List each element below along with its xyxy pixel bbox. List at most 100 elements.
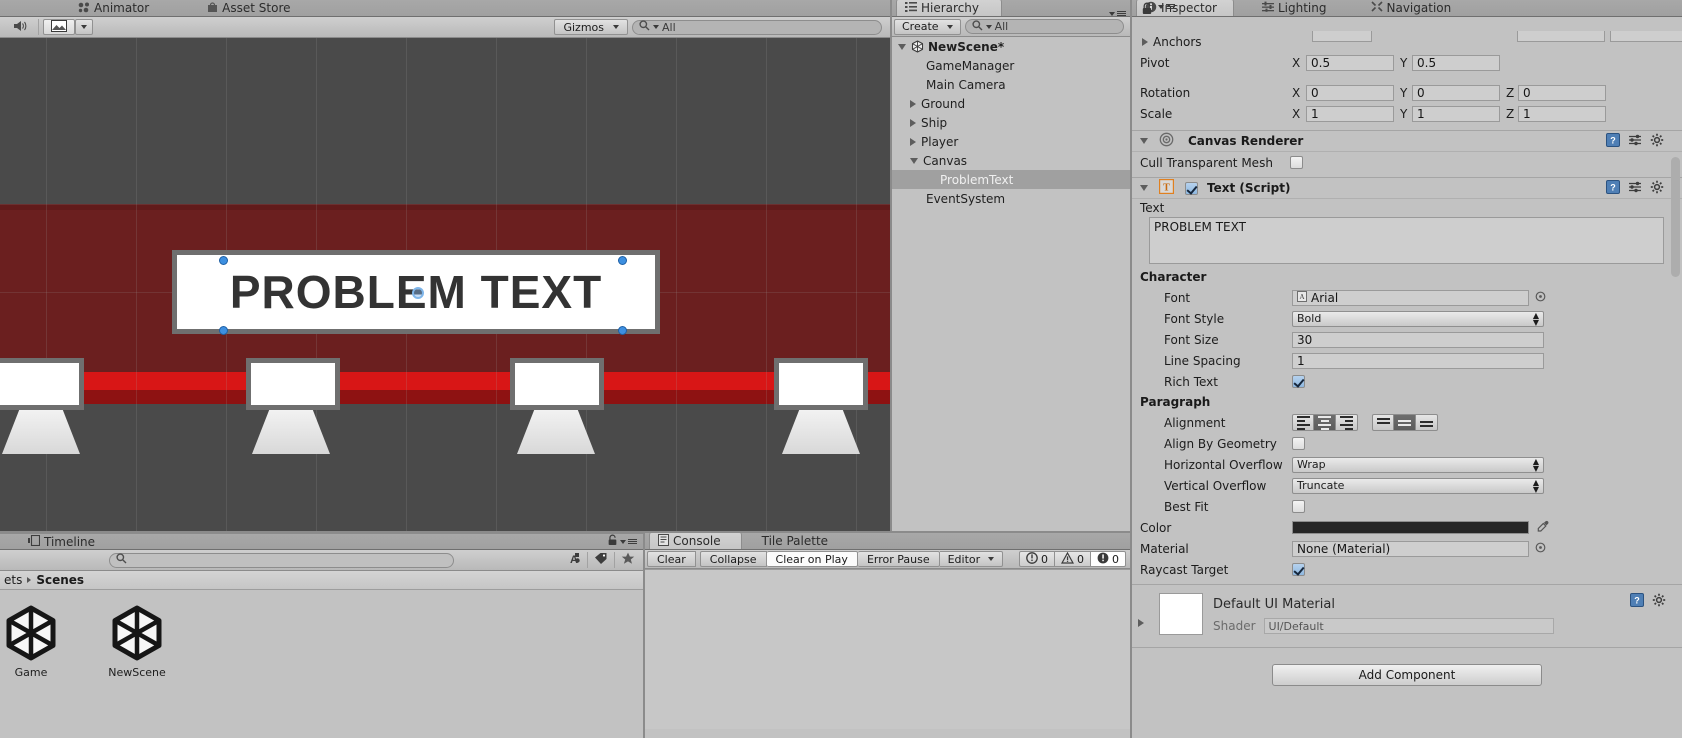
lock-icon[interactable] — [607, 534, 618, 549]
canvas-renderer-header[interactable]: Canvas Renderer ? — [1132, 130, 1682, 152]
help-icon[interactable]: ? — [1606, 132, 1620, 150]
chevron-right-icon[interactable] — [1142, 37, 1148, 46]
audio-toggle-button[interactable] — [6, 19, 34, 35]
hierarchy-item-eventsystem[interactable]: EventSystem — [892, 189, 1130, 208]
material-select-icon[interactable] — [1535, 542, 1546, 556]
tab-lighting[interactable]: Lighting — [1254, 0, 1337, 16]
console-log-area[interactable] — [645, 569, 1132, 729]
align-by-geometry-checkbox[interactable] — [1292, 437, 1305, 450]
pivot-handle[interactable] — [412, 287, 424, 299]
chevron-down-icon[interactable] — [1140, 138, 1148, 144]
horizontal-divider[interactable] — [0, 531, 1130, 533]
asset-item-newscene[interactable]: NewScene — [100, 604, 174, 679]
color-swatch[interactable] — [1292, 521, 1529, 534]
preset-icon[interactable] — [1628, 180, 1642, 197]
rich-text-checkbox[interactable] — [1292, 375, 1305, 388]
rect-field-clipped[interactable] — [1517, 31, 1605, 42]
lock-icon[interactable] — [1141, 2, 1153, 18]
scale-z-input[interactable]: 1 — [1518, 105, 1606, 122]
project-search-input[interactable] — [109, 552, 454, 568]
hierarchy-search-input[interactable]: All — [964, 19, 1124, 34]
editor-dropdown-button[interactable]: Editor — [939, 551, 1004, 567]
create-button[interactable]: Create — [894, 18, 961, 35]
scale-x-input[interactable]: 1 — [1306, 105, 1394, 122]
rotation-y-input[interactable]: 0 — [1412, 84, 1500, 101]
clear-on-play-button[interactable]: Clear on Play — [766, 551, 858, 567]
error-counter[interactable]: 0 — [1091, 551, 1126, 567]
hierarchy-item-canvas[interactable]: Canvas — [892, 151, 1130, 170]
breadcrumb-assets[interactable]: ets — [4, 573, 22, 587]
scene-fx-dropdown[interactable] — [75, 19, 93, 35]
rotation-x-input[interactable]: 0 — [1306, 84, 1394, 101]
inspector-panel-menu[interactable] — [1158, 4, 1175, 9]
collapse-button[interactable]: Collapse — [699, 551, 767, 567]
text-script-header[interactable]: T Text (Script) ? — [1132, 177, 1682, 199]
scale-y-input[interactable]: 1 — [1412, 105, 1500, 122]
chevron-right-icon[interactable] — [910, 118, 916, 127]
hierarchy-item-newscene[interactable]: NewScene* — [892, 37, 1130, 56]
tab-asset-store[interactable]: Asset Store — [199, 0, 300, 16]
pivot-x-input[interactable]: 0.5 — [1306, 54, 1394, 71]
hierarchy-item-main-camera[interactable]: Main Camera — [892, 75, 1130, 94]
error-pause-button[interactable]: Error Pause — [857, 551, 940, 567]
align-bottom-button[interactable] — [1416, 414, 1438, 431]
rect-field-clipped[interactable] — [1610, 31, 1682, 42]
add-component-button[interactable]: Add Component — [1272, 664, 1542, 686]
warning-counter[interactable]: 0 — [1055, 551, 1091, 567]
help-icon[interactable]: ? — [1606, 179, 1620, 197]
scene-search-input[interactable]: All — [632, 19, 882, 35]
font-size-input[interactable]: 30 — [1292, 331, 1544, 348]
tab-console[interactable]: Console — [649, 532, 742, 549]
selection-handle-bottom-right[interactable] — [618, 326, 627, 335]
filter-by-type-button[interactable]: A — [561, 552, 587, 568]
help-icon[interactable]: ? — [1630, 593, 1644, 635]
chevron-down-icon[interactable] — [910, 157, 918, 164]
align-right-button[interactable] — [1336, 414, 1358, 431]
gear-icon[interactable] — [1652, 593, 1666, 635]
clear-button[interactable]: Clear — [647, 551, 696, 567]
text-script-enabled-checkbox[interactable] — [1185, 181, 1198, 195]
font-style-dropdown[interactable]: Bold ▲ ▼ — [1292, 310, 1544, 327]
vertical-divider[interactable] — [890, 0, 892, 533]
tab-animator[interactable]: Animator — [70, 0, 159, 16]
chevron-right-icon[interactable] — [1138, 619, 1144, 627]
eyedropper-icon[interactable] — [1536, 520, 1549, 536]
timeline-panel-menu[interactable] — [607, 534, 643, 549]
font-select-icon[interactable] — [1535, 291, 1546, 305]
tab-tile-palette[interactable]: Tile Palette — [754, 532, 838, 549]
rotation-z-input[interactable]: 0 — [1518, 84, 1606, 101]
inspector-scrollbar[interactable] — [1671, 157, 1680, 277]
vertical-overflow-dropdown[interactable]: Truncate ▲ ▼ — [1292, 477, 1544, 494]
font-object-field[interactable]: A Arial — [1292, 289, 1529, 306]
align-center-button[interactable] — [1314, 414, 1336, 431]
vertical-divider[interactable] — [643, 533, 645, 738]
tab-navigation[interactable]: Navigation — [1363, 0, 1462, 16]
hierarchy-item-player[interactable]: Player — [892, 132, 1130, 151]
align-left-button[interactable] — [1292, 414, 1314, 431]
filter-by-label-button[interactable] — [588, 552, 614, 568]
cull-transparent-mesh-checkbox[interactable] — [1290, 156, 1303, 169]
hierarchy-panel-menu[interactable] — [1109, 11, 1130, 16]
line-spacing-input[interactable]: 1 — [1292, 352, 1544, 369]
hierarchy-item-gamemanager[interactable]: GameManager — [892, 56, 1130, 75]
chevron-right-icon[interactable] — [910, 137, 916, 146]
gizmos-button[interactable]: Gizmos — [554, 19, 628, 35]
selection-handle-top-left[interactable] — [219, 256, 228, 265]
align-middle-button[interactable] — [1394, 414, 1416, 431]
scene-fx-button[interactable] — [43, 19, 75, 35]
selection-handle-top-right[interactable] — [618, 256, 627, 265]
shader-dropdown[interactable]: UI/Default — [1263, 618, 1554, 634]
tab-hierarchy[interactable]: Hierarchy — [896, 0, 1003, 16]
hierarchy-item-problemtext[interactable]: ProblemText — [892, 170, 1130, 189]
align-top-button[interactable] — [1372, 414, 1394, 431]
tab-timeline[interactable]: Timeline — [44, 533, 95, 550]
hierarchy-item-ship[interactable]: Ship — [892, 113, 1130, 132]
gear-icon[interactable] — [1650, 133, 1664, 150]
favorites-button[interactable] — [615, 552, 641, 568]
chevron-right-icon[interactable] — [910, 99, 916, 108]
scene-viewport[interactable]: PROBLEM TEXT — [0, 38, 890, 532]
log-counter[interactable]: 0 — [1019, 551, 1055, 567]
preset-icon[interactable] — [1628, 133, 1642, 150]
text-value-textarea[interactable]: PROBLEM TEXT — [1149, 217, 1664, 264]
vertical-divider[interactable] — [1130, 0, 1132, 738]
